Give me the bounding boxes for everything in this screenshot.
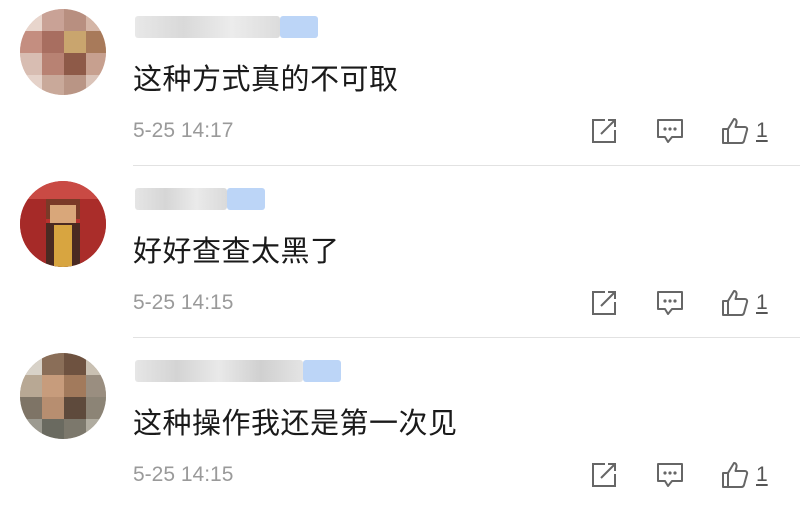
comment-timestamp: 5-25 14:15 [133, 463, 234, 486]
comment-text: 好好查查太黑了 [133, 234, 340, 268]
thumbs-up-icon [722, 118, 749, 144]
like-count: 1 [756, 291, 768, 314]
share-icon [592, 119, 616, 143]
blurred-verified-badge [280, 16, 318, 38]
reply-button[interactable] [655, 116, 685, 146]
comment-text: 这种方式真的不可取 [133, 62, 399, 96]
avatar-image [20, 9, 106, 95]
comment-list: 这种方式真的不可取 5-25 14:17 1 好好查查太黑了 5-25 14:1… [0, 0, 800, 508]
like-count: 1 [756, 119, 768, 142]
divider [133, 337, 800, 338]
comment-item: 这种方式真的不可取 5-25 14:17 1 [0, 0, 800, 168]
username-blurred[interactable] [135, 358, 341, 386]
comment-text: 这种操作我还是第一次见 [133, 406, 458, 440]
divider [133, 165, 800, 166]
avatar-image [20, 181, 106, 267]
like-count: 1 [756, 463, 768, 486]
comment-icon [657, 463, 683, 487]
blurred-name [135, 188, 227, 210]
share-button[interactable] [590, 460, 618, 490]
blurred-verified-badge [227, 188, 265, 210]
like-button[interactable]: 1 [720, 116, 768, 146]
comment-item: 这种操作我还是第一次见 5-25 14:15 1 [0, 344, 800, 508]
share-icon [592, 463, 616, 487]
share-button[interactable] [590, 288, 618, 318]
like-button[interactable]: 1 [720, 288, 768, 318]
username-blurred[interactable] [135, 186, 325, 214]
avatar[interactable] [20, 9, 106, 95]
blurred-verified-badge [303, 360, 341, 382]
like-button[interactable]: 1 [720, 460, 768, 490]
blurred-name [135, 360, 303, 382]
thumbs-up-icon [722, 290, 749, 316]
blurred-name [135, 16, 280, 38]
comment-item: 好好查查太黑了 5-25 14:15 1 [0, 172, 800, 340]
comment-timestamp: 5-25 14:17 [133, 119, 234, 142]
avatar[interactable] [20, 353, 106, 439]
username-blurred[interactable] [135, 14, 325, 42]
comment-icon [657, 291, 683, 315]
reply-button[interactable] [655, 288, 685, 318]
avatar-image [20, 353, 106, 439]
comment-timestamp: 5-25 14:15 [133, 291, 234, 314]
reply-button[interactable] [655, 460, 685, 490]
avatar[interactable] [20, 181, 106, 267]
thumbs-up-icon [722, 462, 749, 488]
share-button[interactable] [590, 116, 618, 146]
comment-icon [657, 119, 683, 143]
share-icon [592, 291, 616, 315]
